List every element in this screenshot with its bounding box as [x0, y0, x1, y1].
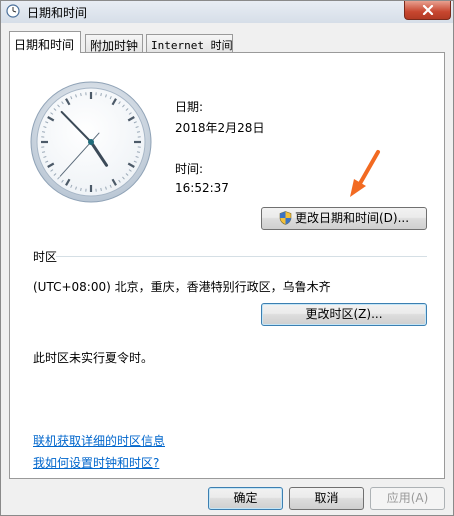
change-timezone-label: 更改时区(Z)...	[305, 307, 383, 321]
date-time-dialog: 日期和时间 日期和时间 附加时钟 Internet 时间 日期: 2018年2月…	[0, 0, 454, 516]
uac-shield-icon	[279, 211, 292, 225]
tab-additional-clocks[interactable]: 附加时钟	[85, 34, 143, 53]
timezone-section-label: 时区	[33, 250, 58, 264]
tab-panel: 日期: 2018年2月28日 时间: 16:52:37 更改日期和时间(D)..…	[9, 52, 445, 479]
tab-internet-time[interactable]: Internet 时间	[146, 34, 233, 52]
window-title: 日期和时间	[27, 6, 88, 20]
clock-center	[88, 139, 94, 145]
timezone-divider	[56, 256, 427, 257]
tab-label: 附加时钟	[90, 39, 139, 53]
clock-minute-tick	[41, 151, 46, 153]
time-value: 16:52:37	[175, 181, 229, 195]
clock-minute-tick	[80, 187, 82, 192]
cancel-label: 取消	[314, 491, 339, 505]
clock-minute-tick	[136, 131, 141, 133]
tab-label: 日期和时间	[14, 38, 75, 52]
time-label: 时间:	[175, 162, 204, 176]
dst-note: 此时区未实行夏令时。	[33, 351, 154, 365]
ok-label: 确定	[233, 491, 258, 505]
clock-minute-tick	[80, 92, 82, 97]
tab-date-time[interactable]: 日期和时间	[9, 31, 81, 53]
cancel-button[interactable]: 取消	[289, 487, 364, 510]
close-button[interactable]	[404, 1, 451, 20]
change-date-time-label: 更改日期和时间(D)...	[294, 211, 410, 225]
clock-minute-tick	[41, 131, 46, 133]
title-bar[interactable]: 日期和时间	[1, 1, 453, 23]
close-icon	[422, 5, 434, 15]
date-label: 日期:	[175, 100, 204, 114]
apply-button[interactable]: 应用(A)	[370, 487, 445, 510]
change-timezone-button[interactable]: 更改时区(Z)...	[261, 303, 427, 326]
date-value: 2018年2月28日	[175, 121, 265, 135]
clock-minute-tick	[100, 187, 102, 192]
arrow-icon	[350, 150, 380, 197]
timezone-value: (UTC+08:00) 北京，重庆，香港特别行政区，乌鲁木齐	[33, 280, 331, 294]
analog-clock	[30, 81, 152, 203]
clock-minute-tick	[136, 151, 141, 153]
ok-button[interactable]: 确定	[208, 487, 283, 510]
clock-minute-tick	[100, 92, 102, 97]
change-date-time-button[interactable]: 更改日期和时间(D)...	[261, 207, 427, 230]
how-to-set-clock-link[interactable]: 我如何设置时钟和时区?	[33, 454, 159, 471]
tab-label: Internet 时间	[151, 39, 233, 52]
clock-icon	[6, 4, 20, 18]
online-timezone-info-link[interactable]: 联机获取详细的时区信息	[33, 432, 165, 449]
apply-label: 应用(A)	[386, 491, 429, 505]
